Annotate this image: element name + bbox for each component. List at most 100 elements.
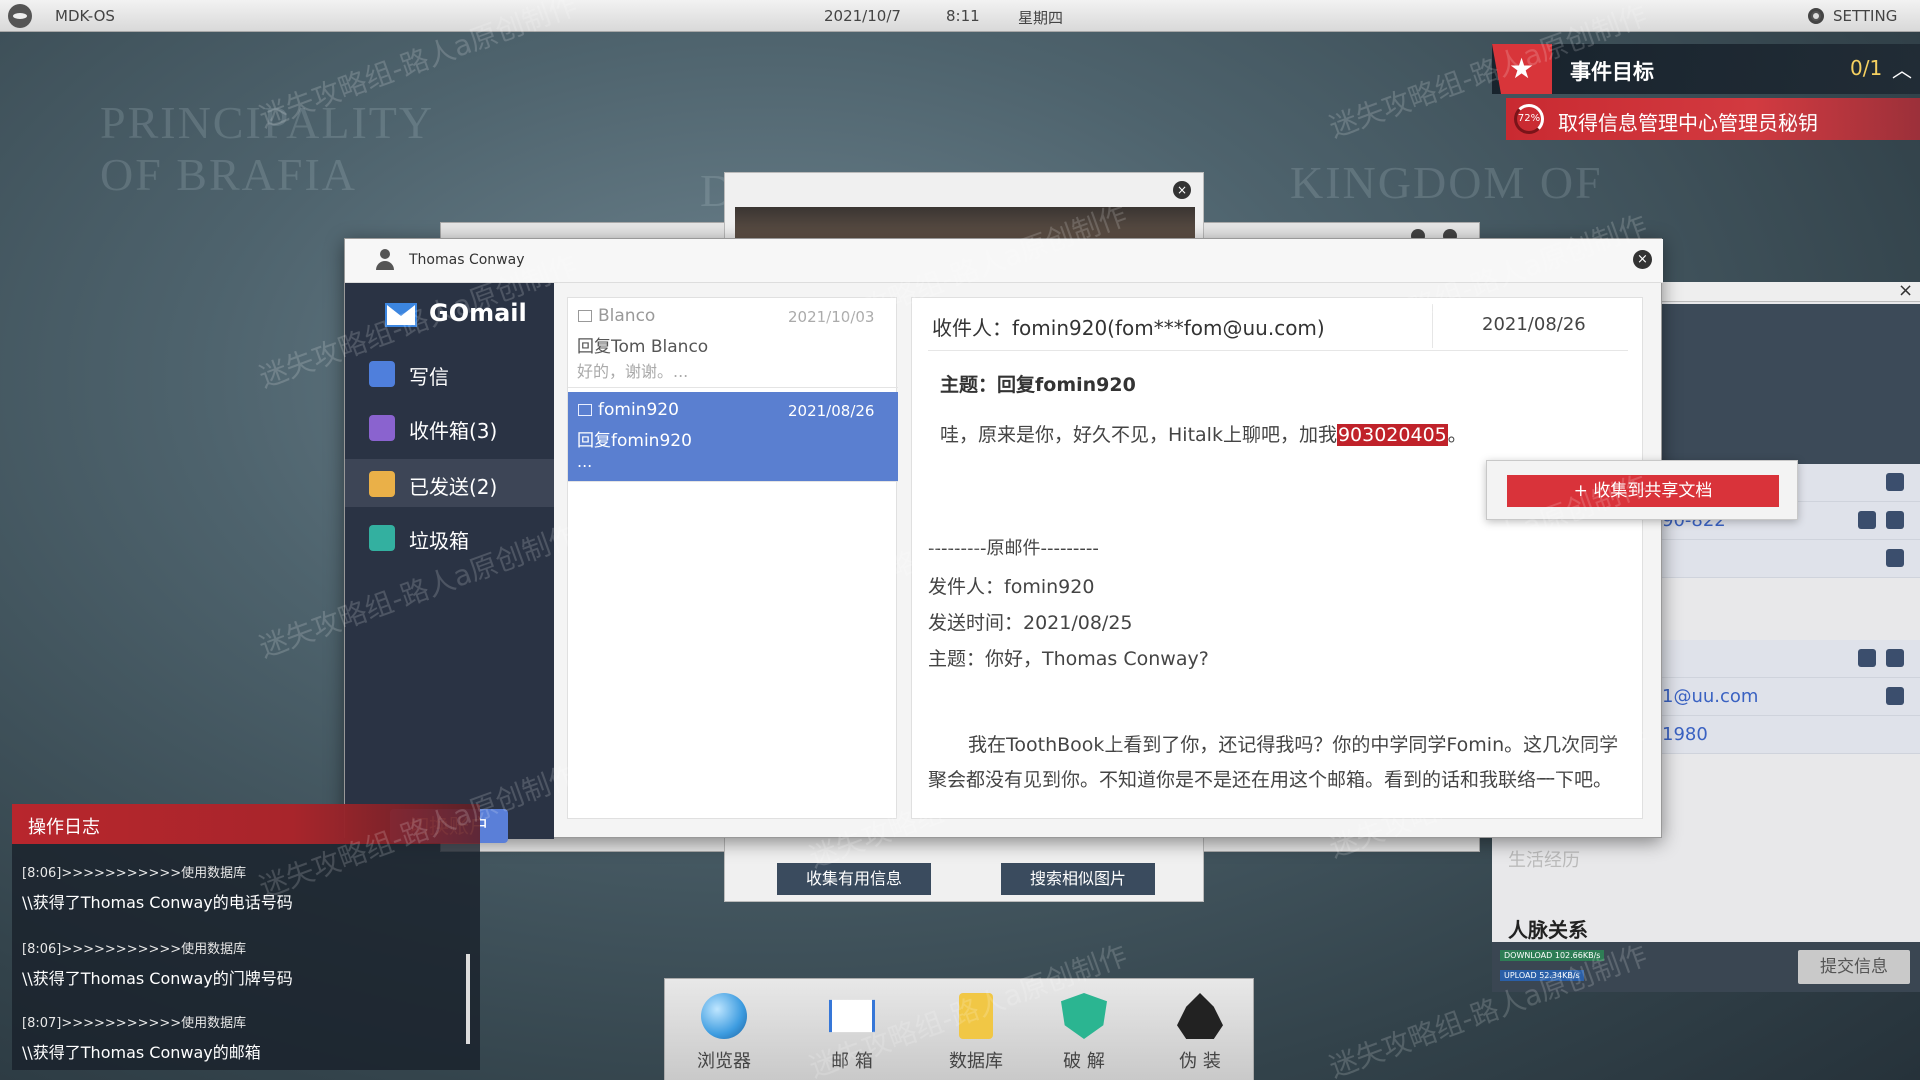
original-from[interactable]: 发件人：fomin920 xyxy=(928,572,1094,599)
dock-crack[interactable]: 破 解 xyxy=(1037,989,1127,1079)
operation-log-header: 操作日志 xyxy=(12,804,480,844)
original-mail-header: ---------原邮件--------- xyxy=(928,538,1099,559)
objective-count: 0/1 xyxy=(1850,56,1883,80)
dock-database[interactable]: 数据库 xyxy=(929,989,1019,1079)
original-subject[interactable]: 主题：你好，Thomas Conway? xyxy=(928,644,1209,671)
shield-icon[interactable] xyxy=(1886,649,1904,667)
download-speed: 102.66KB/s xyxy=(1554,951,1601,960)
gomail-titlebar: Thomas Conway × xyxy=(345,239,1663,283)
nav-label: 写信 xyxy=(409,365,449,389)
shield-icon[interactable] xyxy=(1858,511,1876,529)
star-icon: ★ xyxy=(1509,52,1535,85)
disguise-hat-icon xyxy=(1177,993,1223,1039)
download-label: DOWNLOAD xyxy=(1504,951,1553,960)
sent-icon xyxy=(369,471,395,497)
database-icon xyxy=(959,993,993,1039)
mail-recipient: 收件人：fomin920(fom***fom@uu.com) xyxy=(932,316,1325,340)
system-date: 2021/10/7 xyxy=(824,7,901,25)
log-time: [8:07]>>>>>>>>>>>使用数据库 xyxy=(22,1016,247,1031)
gomail-sidebar: GOmail 写信 收件箱(3) 已发送(2) 垃圾箱 切换账户 xyxy=(345,283,554,843)
system-weekday: 星期四 xyxy=(1018,9,1064,27)
body-text[interactable]: 哇，原来是你，好久不见，Hitalk上聊吧，加我 xyxy=(940,424,1337,446)
log-time: [8:06]>>>>>>>>>>>使用数据库 xyxy=(22,942,247,957)
dock-label: 邮 箱 xyxy=(831,1051,873,1072)
shield-icon[interactable] xyxy=(1886,549,1904,567)
setting-button[interactable]: SETTING xyxy=(1833,7,1897,25)
dock-label: 浏览器 xyxy=(697,1051,751,1072)
original-time[interactable]: 发送时间：2021/08/25 xyxy=(928,608,1133,635)
profile-email-text: 1@uu.com xyxy=(1662,686,1759,707)
operation-log: 操作日志 [8:06]>>>>>>>>>>>使用数据库 \\获得了Thomas … xyxy=(12,804,480,1070)
profile-row: 1980 xyxy=(1662,716,1920,754)
phone-number-highlight[interactable]: 903020405 xyxy=(1336,424,1448,446)
close-icon[interactable]: × xyxy=(1898,280,1913,301)
mail-from: fomin920 xyxy=(598,400,679,420)
dock-label: 伪 装 xyxy=(1179,1051,1221,1072)
envelope-icon xyxy=(578,404,592,416)
os-logo-icon[interactable] xyxy=(8,4,32,28)
mail-reader-subject: 主题：回复fomin920 xyxy=(940,374,1136,396)
close-icon[interactable]: × xyxy=(1633,250,1652,269)
original-body[interactable]: 我在ToothBook上看到了你，还记得我吗？你的中学同学Fomin。这几次同学… xyxy=(928,728,1628,798)
collect-to-shared-doc-button[interactable]: + 收集到共享文档 xyxy=(1507,475,1779,507)
mail-subject: 回复Tom Blanco xyxy=(577,337,709,357)
submit-info-button[interactable]: 提交信息 xyxy=(1798,950,1910,984)
relations-heading: 人脉关系 xyxy=(1508,918,1588,942)
dock-mail[interactable]: 邮 箱 xyxy=(805,989,895,1079)
objective-badge: ★ xyxy=(1492,44,1552,94)
log-entry: [8:06]>>>>>>>>>>>使用数据库 \\获得了Thomas Conwa… xyxy=(22,862,293,913)
shield-icon[interactable] xyxy=(1858,649,1876,667)
document-icon[interactable] xyxy=(1886,687,1904,705)
log-message: \\获得了Thomas Conway的邮箱 xyxy=(22,1043,261,1062)
life-history-heading: 生活经历 xyxy=(1508,850,1580,871)
objective-title: 事件目标 xyxy=(1570,60,1654,84)
mail-reader-body: 哇，原来是你，好久不见，Hitalk上聊吧，加我903020405。 xyxy=(940,420,1467,447)
collect-info-button[interactable]: 收集有用信息 xyxy=(777,863,931,895)
objective-task: 72% 取得信息管理中心管理员秘钥 xyxy=(1506,98,1920,140)
dock-browser[interactable]: 浏览器 xyxy=(677,989,767,1079)
log-entry: [8:06]>>>>>>>>>>>使用数据库 \\获得了Thomas Conwa… xyxy=(22,938,293,989)
os-name: MDK-OS xyxy=(55,7,115,25)
log-time: [8:06]>>>>>>>>>>>使用数据库 xyxy=(22,866,247,881)
nav-sent[interactable]: 已发送(2) xyxy=(345,459,554,507)
close-icon[interactable]: × xyxy=(1173,181,1191,199)
log-message: \\获得了Thomas Conway的电话号码 xyxy=(22,893,293,912)
chevron-up-icon[interactable]: ︿ xyxy=(1892,54,1912,83)
profile-year-text: 1980 xyxy=(1662,724,1708,745)
nav-compose[interactable]: 写信 xyxy=(345,349,554,397)
envelope-icon xyxy=(578,310,592,322)
upload-indicator: UPLOAD 52.34KB/s xyxy=(1500,970,1584,981)
mail-list: Blanco 2021/10/03 回复Tom Blanco 好的，谢谢。...… xyxy=(567,297,898,819)
account-name: Thomas Conway xyxy=(409,252,525,268)
objective-header[interactable]: ★ 事件目标 0/1 ︿ xyxy=(1492,44,1920,94)
trash-icon xyxy=(369,525,395,551)
globe-icon xyxy=(701,993,747,1039)
gear-icon[interactable] xyxy=(1808,8,1824,24)
body-text: 。 xyxy=(1447,424,1467,446)
log-message: \\获得了Thomas Conway的门牌号码 xyxy=(22,969,293,988)
map-label: OF BRAFIA xyxy=(100,149,358,200)
log-entry: [8:07]>>>>>>>>>>>使用数据库 \\获得了Thomas Conwa… xyxy=(22,1012,261,1063)
compose-icon xyxy=(369,361,395,387)
profile-row: 1@uu.com xyxy=(1662,678,1920,716)
upload-label: UPLOAD xyxy=(1504,971,1537,980)
mail-list-item[interactable]: Blanco 2021/10/03 回复Tom Blanco 好的，谢谢。... xyxy=(568,298,898,388)
nav-inbox[interactable]: 收件箱(3) xyxy=(345,403,554,451)
gomail-logo-icon xyxy=(375,301,419,329)
shield-icon[interactable] xyxy=(1886,473,1904,491)
search-similar-button[interactable]: 搜索相似图片 xyxy=(1001,863,1155,895)
operation-log-title: 操作日志 xyxy=(28,817,100,838)
objective-panel: ★ 事件目标 0/1 ︿ 72% 取得信息管理中心管理员秘钥 xyxy=(1492,44,1920,140)
dock-disguise[interactable]: 伪 装 xyxy=(1153,989,1243,1079)
progress-ring: 72% xyxy=(1514,104,1544,134)
inbox-icon xyxy=(369,415,395,441)
log-scrollbar[interactable] xyxy=(466,954,470,1044)
upload-speed: 52.34KB/s xyxy=(1539,971,1580,980)
nav-trash[interactable]: 垃圾箱 xyxy=(345,513,554,561)
download-indicator: DOWNLOAD 102.66KB/s xyxy=(1500,950,1605,961)
profile-row xyxy=(1662,640,1920,678)
document-icon[interactable] xyxy=(1886,511,1904,529)
mail-list-item[interactable]: fomin920 2021/08/26 回复fomin920 ... xyxy=(568,392,898,482)
dock-label: 数据库 xyxy=(949,1051,1003,1072)
app-dock: 浏览器 邮 箱 数据库 破 解 伪 装 xyxy=(664,978,1254,1080)
